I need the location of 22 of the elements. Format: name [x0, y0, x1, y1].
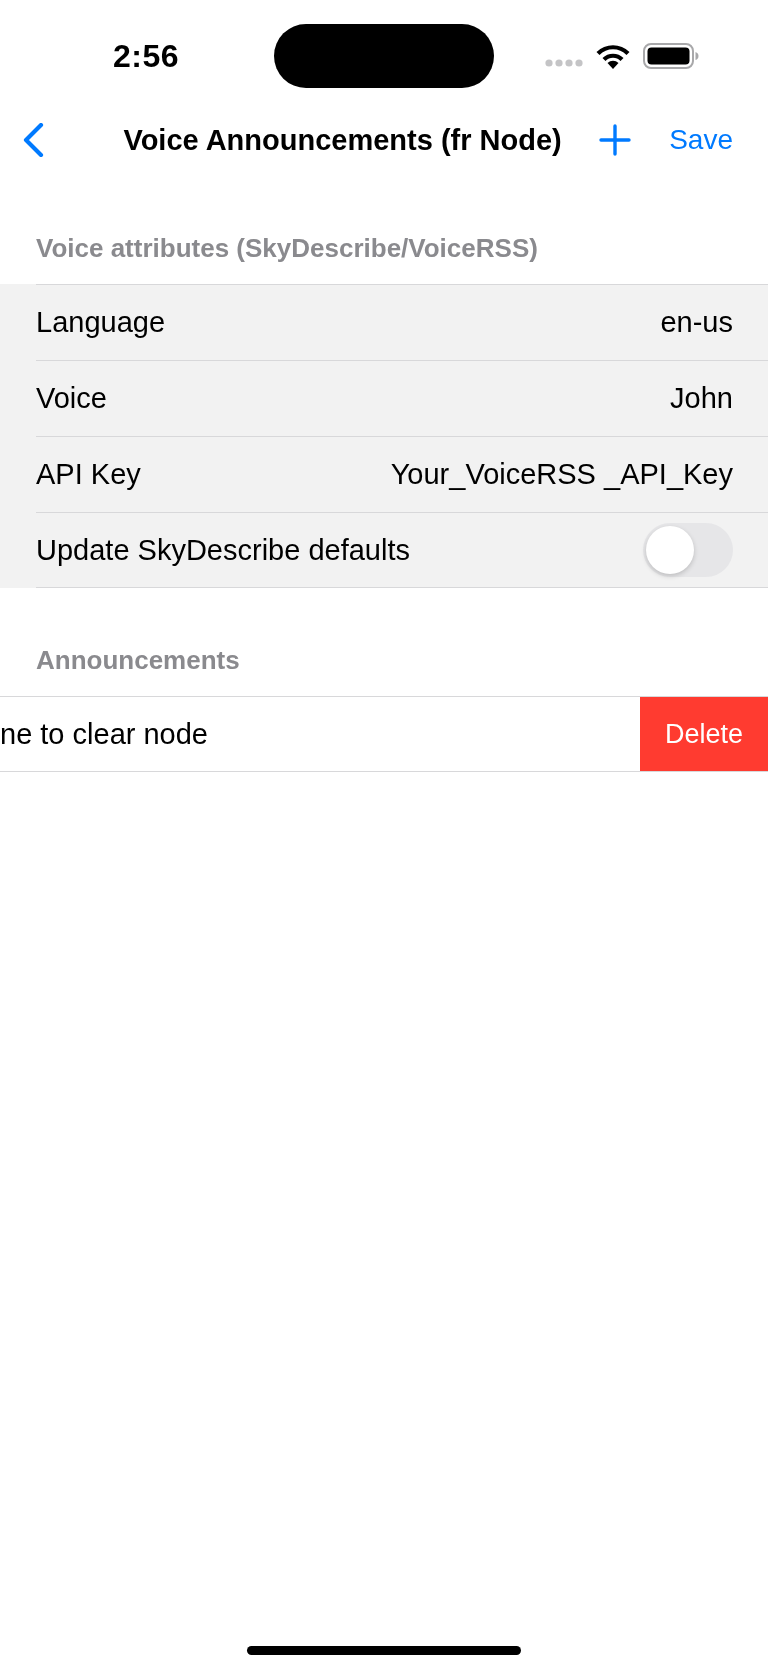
wifi-icon [595, 43, 631, 69]
back-button[interactable] [22, 123, 44, 157]
status-time: 2:56 [112, 37, 179, 75]
announcement-label: ne to clear node [0, 717, 208, 751]
add-button[interactable] [599, 124, 632, 156]
signal-icon [545, 59, 583, 67]
plus-icon [599, 124, 632, 156]
section-header: Voice attributes (SkyDescribe/VoiceRSS) [36, 233, 538, 264]
row-value: John [670, 382, 733, 415]
row-label: Voice [36, 382, 107, 415]
nav-title: Voice Announcements (fr Node) [122, 123, 563, 157]
battery-icon [643, 43, 699, 69]
row-value: Your_VoiceRSS _API_Key [390, 458, 733, 491]
row-value: en-us [660, 306, 733, 339]
save-button[interactable]: Save [669, 124, 733, 156]
toggle-switch[interactable] [643, 523, 733, 577]
row-label: API Key [36, 458, 141, 491]
chevron-left-icon [22, 123, 44, 157]
delete-button[interactable]: Delete [640, 697, 768, 771]
row-label: Update SkyDescribe defaults [36, 533, 410, 567]
section-header: Announcements [36, 645, 240, 676]
row-label: Language [36, 306, 166, 339]
